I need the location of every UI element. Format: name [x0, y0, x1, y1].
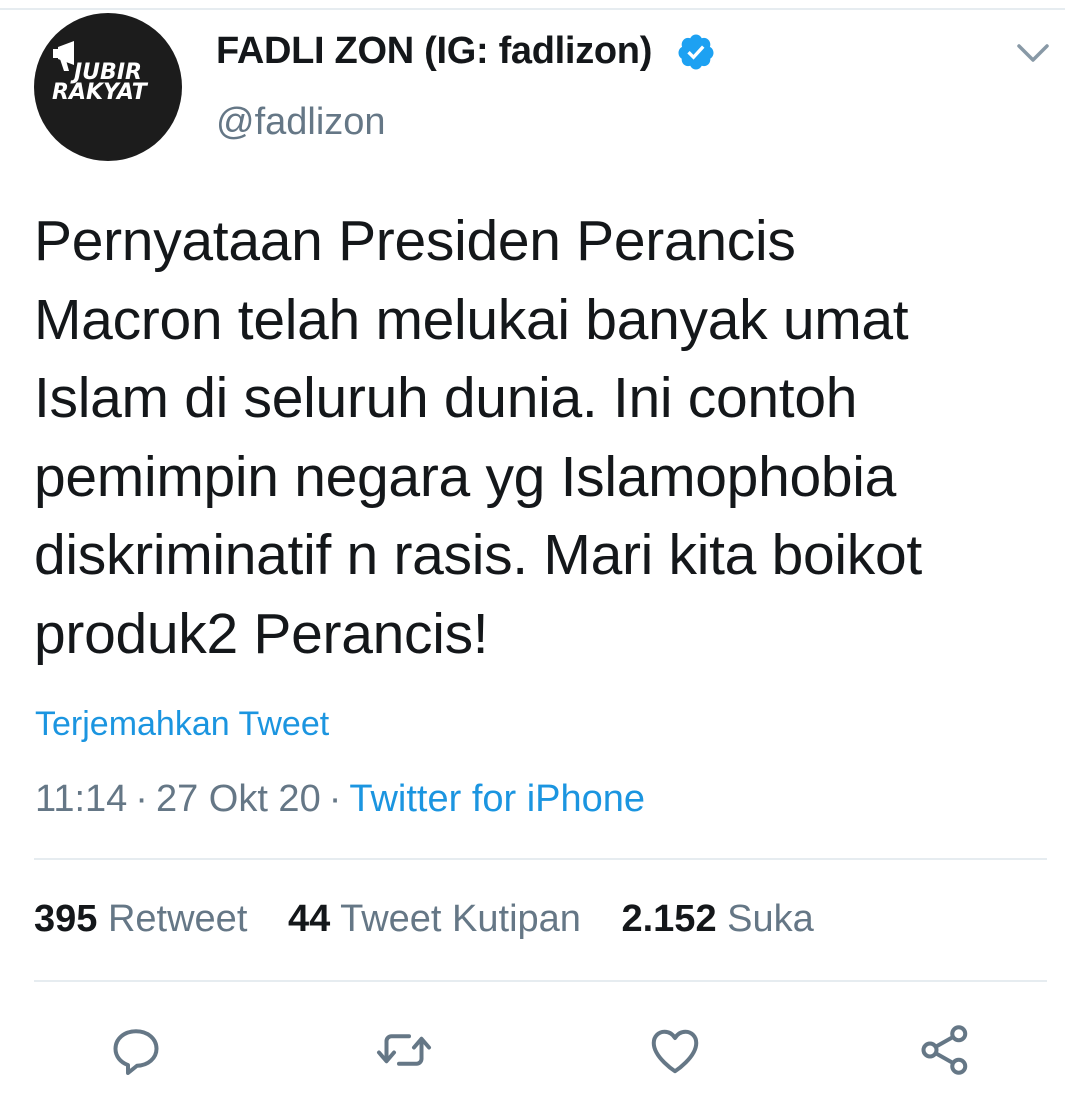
tweet-source-link[interactable]: Twitter for iPhone: [349, 778, 645, 820]
meta-separator: ·: [135, 778, 148, 820]
translate-tweet-link[interactable]: Terjemahkan Tweet: [35, 705, 329, 744]
tweet-text-line: Macron telah melukai banyak umat: [34, 287, 909, 352]
quotes-count: 44: [287, 898, 331, 940]
tweet-text-line: produk2 Perancis!: [34, 601, 489, 666]
top-divider: [0, 8, 1065, 10]
divider: [34, 980, 1047, 982]
tweet-text-line: pemimpin negara yg Islamophobia: [34, 444, 897, 509]
meta-separator: ·: [328, 778, 342, 820]
tweet-stats: 395 Retweet 44 Tweet Kutipan 2.152 Suka: [34, 898, 844, 941]
tweet-text-line: Pernyataan Presiden Perancis: [34, 209, 796, 273]
tweet-time: 11:14: [35, 778, 128, 820]
retweets-stat[interactable]: 395 Retweet: [34, 898, 247, 941]
tweet-date: 27 Okt 20: [155, 778, 321, 820]
author-handle[interactable]: @fadlizon: [216, 101, 386, 144]
reply-button[interactable]: [106, 1020, 166, 1080]
retweet-icon: [377, 1034, 431, 1066]
megaphone-icon: [53, 41, 74, 71]
tweet-meta: 11:14 · 27 Okt 20 · Twitter for iPhone: [35, 778, 645, 821]
avatar-logo: JUBIR RAKYAT: [52, 41, 149, 105]
quotes-stat[interactable]: 44 Tweet Kutipan: [288, 898, 581, 941]
avatar[interactable]: JUBIR RAKYAT: [34, 13, 182, 161]
quotes-label: Tweet Kutipan: [340, 898, 581, 940]
reply-icon: [113, 1029, 159, 1075]
share-button[interactable]: [915, 1020, 975, 1080]
author-display-name[interactable]: FADLI ZON (IG: fadlizon): [216, 30, 652, 73]
avatar-text-rakyat: RAKYAT: [52, 80, 149, 105]
tweet-text-line: diskriminatif n rasis. Mari kita boikot: [34, 523, 922, 587]
chevron-down-icon[interactable]: [1013, 40, 1053, 68]
like-button[interactable]: [645, 1020, 705, 1080]
tweet-text: Pernyataan Presiden Perancis Macron tela…: [34, 202, 1044, 673]
share-icon: [921, 1025, 968, 1075]
likes-count: 2.152: [621, 898, 717, 940]
retweets-label: Retweet: [107, 898, 248, 940]
tweet-text-line: Islam di seluruh dunia. Ini contoh: [34, 366, 858, 430]
divider: [34, 858, 1047, 860]
likes-label: Suka: [727, 898, 814, 940]
heart-icon: [651, 1029, 699, 1074]
tweet-detail-page: JUBIR RAKYAT FADLI ZON (IG: fadlizon) @f…: [0, 0, 1065, 1106]
retweet-button[interactable]: [374, 1020, 434, 1080]
likes-stat[interactable]: 2.152 Suka: [621, 898, 813, 941]
retweets-count: 395: [34, 898, 98, 940]
verified-badge-icon: [678, 34, 714, 70]
